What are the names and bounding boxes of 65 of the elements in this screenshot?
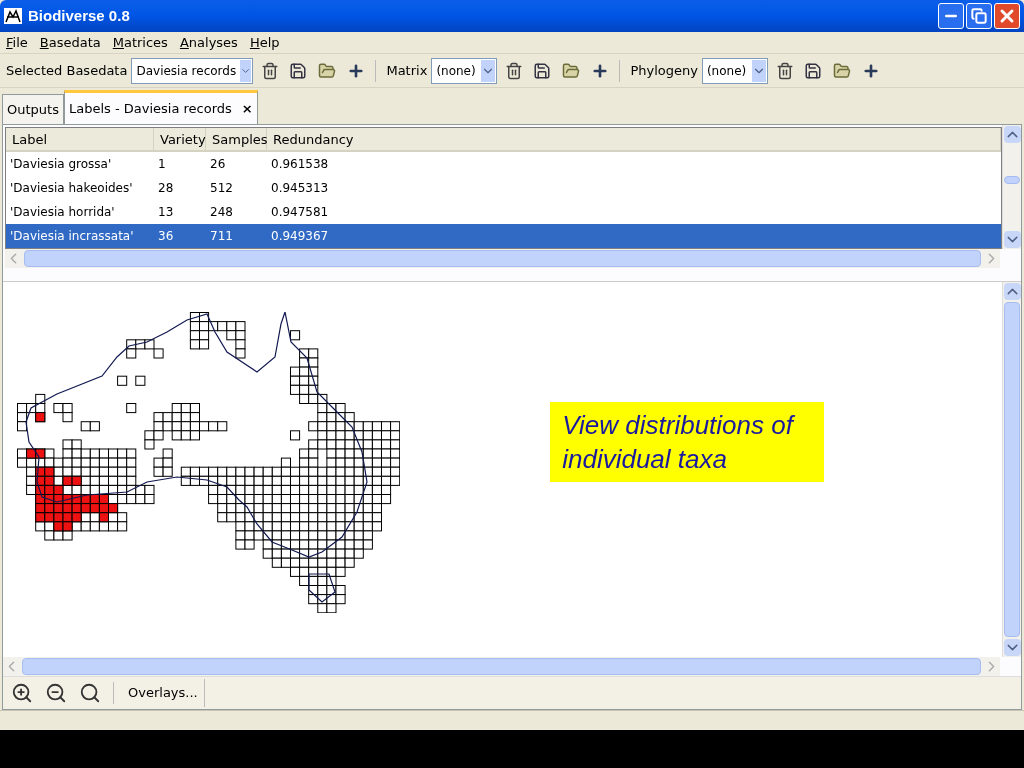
toolbar-label: Selected Basedata — [6, 61, 128, 80]
scroll-down-icon[interactable] — [1004, 231, 1021, 248]
close-button[interactable] — [994, 3, 1020, 29]
folder-icon[interactable] — [317, 61, 338, 80]
window-title: Biodiverse 0.8 — [28, 5, 130, 26]
table-cell-text: 0.961538 — [270, 156, 330, 173]
scroll-up-icon[interactable] — [1004, 283, 1021, 300]
tab[interactable]: Labels - Daviesia records × — [63, 90, 258, 124]
save-icon[interactable] — [533, 61, 552, 80]
toolbar-label: Phylogeny — [630, 61, 698, 80]
save-icon[interactable] — [803, 61, 822, 80]
column-header[interactable]: Label — [6, 128, 154, 150]
tab-close-icon[interactable]: × — [241, 98, 253, 119]
restore-button[interactable] — [966, 3, 992, 29]
menu-item[interactable]: Analyses — [175, 32, 242, 53]
dropdown[interactable]: (none) — [701, 57, 768, 84]
table-cell-text: 248 — [209, 204, 234, 221]
table-cell-text: 26 — [209, 156, 227, 173]
table-cell-text: 'Daviesia incrassata' — [9, 228, 135, 245]
app-logo-icon — [4, 8, 22, 24]
trash-icon[interactable] — [775, 61, 794, 80]
dropdown[interactable]: (none) — [431, 57, 498, 84]
zoom-in-icon[interactable] — [11, 682, 33, 704]
zoom-out-icon[interactable] — [45, 682, 67, 704]
table-cell-text: 'Daviesia grossa' — [9, 156, 113, 173]
scroll-down-icon[interactable] — [1004, 639, 1021, 656]
vertical-scrollbar[interactable] — [1002, 282, 1021, 657]
column-header[interactable]: Samples — [206, 128, 267, 150]
scrollbar-thumb[interactable] — [1004, 302, 1020, 637]
folder-icon[interactable] — [831, 61, 852, 80]
dropdown[interactable]: Daviesia records — [131, 57, 254, 84]
menu-item[interactable]: File — [2, 32, 32, 53]
minimize-button[interactable] — [938, 3, 964, 29]
table-cell-text: 512 — [209, 180, 234, 197]
folder-icon[interactable] — [561, 61, 582, 80]
menu-item[interactable]: Matrices — [108, 32, 172, 53]
vertical-scrollbar[interactable] — [1002, 125, 1021, 249]
tab[interactable]: Outputs — [2, 94, 64, 124]
trash-icon[interactable] — [261, 61, 280, 80]
table-cell-text: 711 — [209, 228, 234, 245]
table-cell-text: 36 — [157, 228, 175, 245]
table-cell-text: 'Daviesia hakeoides' — [9, 180, 134, 197]
table-cell-text: 0.949367 — [270, 228, 330, 245]
save-icon[interactable] — [289, 61, 308, 80]
table-cell-text: 28 — [157, 180, 175, 197]
scroll-up-icon[interactable] — [1004, 126, 1021, 143]
table-cell-text: 0.945313 — [270, 180, 330, 197]
table-cell-text: 'Daviesia horrida' — [9, 204, 116, 221]
dropdown-value: Daviesia records — [135, 62, 238, 80]
dropdown-value: (none) — [435, 62, 477, 80]
column-header[interactable]: Redundancy — [267, 128, 1001, 150]
scrollbar-thumb[interactable] — [1004, 176, 1020, 184]
menu-item[interactable]: Help — [245, 32, 284, 53]
table-row[interactable]: 'Daviesia incrassata' 36 711 0.949367 — [6, 224, 1001, 248]
table-cell-text: 0.947581 — [270, 204, 330, 221]
callout-text: View distributions of individual taxa — [562, 409, 796, 476]
column-header[interactable]: Variety — [154, 128, 206, 150]
table-cell-text: 1 — [157, 156, 167, 173]
restore-icon — [971, 8, 987, 24]
trash-icon[interactable] — [505, 61, 524, 80]
dropdown-value: (none) — [705, 62, 748, 80]
table-cell-text: 13 — [157, 204, 175, 221]
overlays-button[interactable]: Overlays... — [126, 679, 205, 707]
menu-item[interactable]: Basedata — [35, 32, 105, 53]
toolbar-label: Matrix — [386, 61, 428, 80]
